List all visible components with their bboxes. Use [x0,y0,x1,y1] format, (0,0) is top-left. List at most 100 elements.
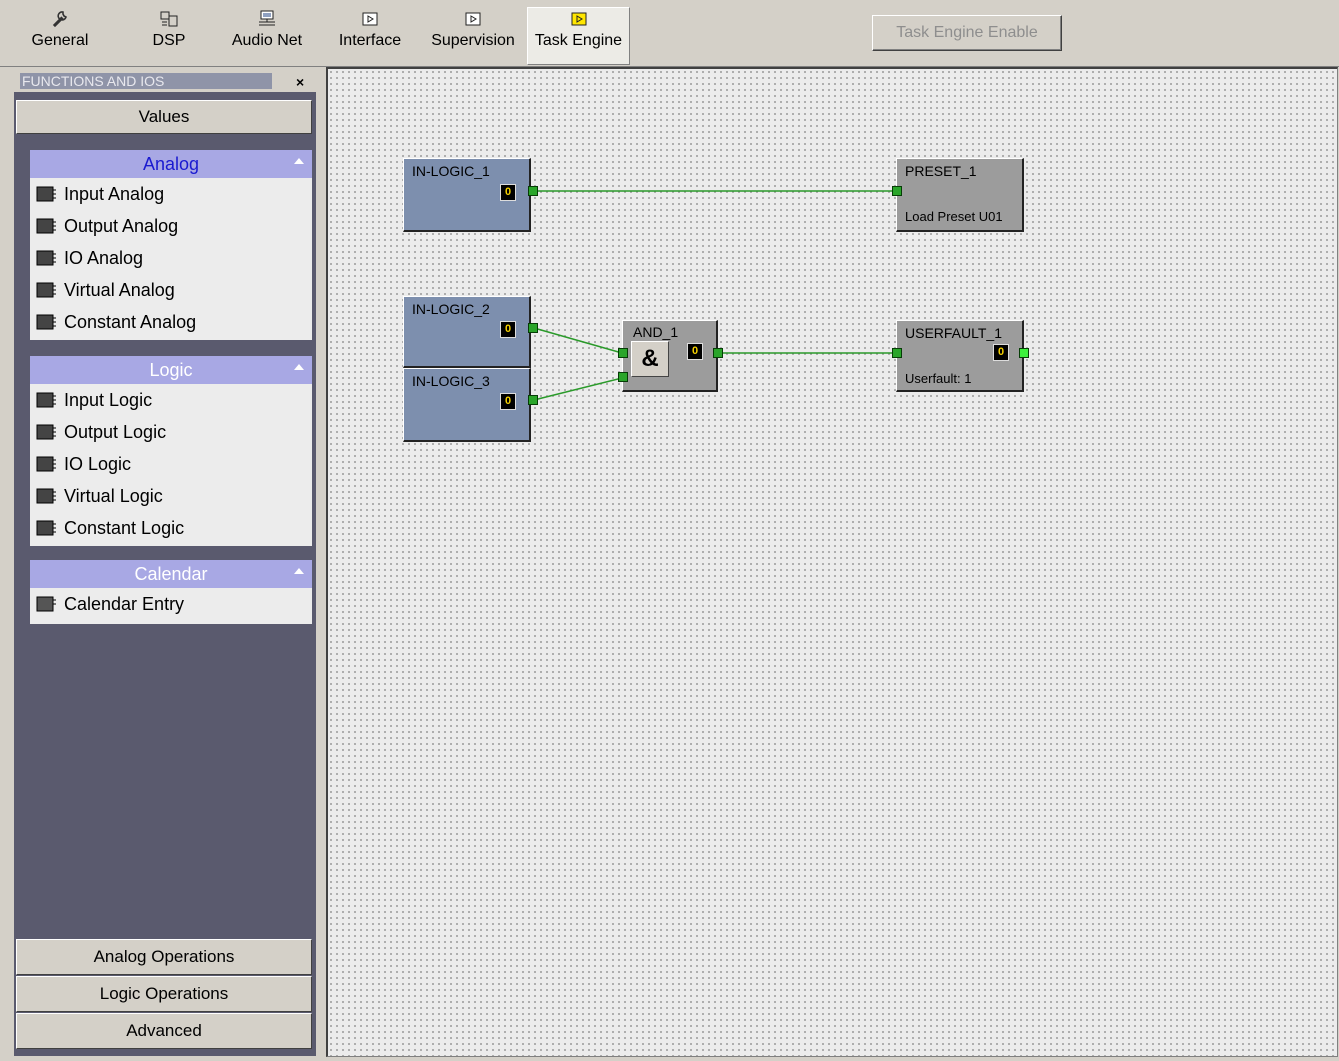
block-icon [36,488,56,504]
item-output-analog[interactable]: Output Analog [30,210,312,242]
network-icon [259,10,275,26]
node-userfault-1[interactable]: USERFAULT_1 0 Userfault: 1 [896,320,1024,392]
item-constant-analog[interactable]: Constant Analog [30,306,312,338]
item-io-analog[interactable]: IO Analog [30,242,312,274]
wire-inlogic2-and1[interactable] [533,327,623,354]
node-value: 0 [500,393,516,410]
item-label: Virtual Analog [64,280,175,300]
block-icon [36,314,56,330]
block-icon [36,186,56,202]
group-calendar-header[interactable]: Calendar [30,560,312,588]
node-in-logic-1[interactable]: IN-LOGIC_1 0 [403,158,531,232]
node-value: 0 [687,343,703,360]
tab-general[interactable]: General [24,8,96,62]
supervision-icon [465,12,481,26]
node-name: USERFAULT_1 [905,325,1002,341]
group-analog-title: Analog [142,154,200,174]
tab-supervision[interactable]: Supervision [424,8,522,62]
item-label: IO Logic [64,454,132,474]
node-name: PRESET_1 [905,163,977,179]
block-icon [36,520,56,536]
node-name: IN-LOGIC_3 [412,373,490,389]
node-value: 0 [993,344,1009,361]
input-pin[interactable] [892,186,902,196]
tab-dsp-label: DSP [152,32,186,49]
group-logic-title: Logic [149,360,193,380]
tab-supervision-label: Supervision [431,32,515,49]
dsp-icon [160,11,178,27]
output-pin[interactable] [713,348,723,358]
calendar-block-icon [36,596,56,612]
panel-title: FUNCTIONS AND IOS [20,73,272,89]
logic-operations-button[interactable]: Logic Operations [16,976,312,1012]
item-virtual-analog[interactable]: Virtual Analog [30,274,312,306]
tab-audio-net[interactable]: Audio Net [224,8,310,62]
input-pin[interactable] [618,348,628,358]
group-calendar: Calendar Calendar Entry [30,560,312,624]
group-logic: Logic Input Logic Output Logic IO Logic … [30,356,312,546]
item-input-logic[interactable]: Input Logic [30,384,312,416]
tab-dsp[interactable]: DSP [138,8,200,62]
task-engine-icon [571,12,586,26]
output-pin[interactable] [528,186,538,196]
item-virtual-logic[interactable]: Virtual Logic [30,480,312,512]
block-icon [36,456,56,472]
group-analog-header[interactable]: Analog [30,150,312,178]
collapse-caret-icon[interactable] [294,158,304,164]
tab-general-label: General [31,32,89,49]
block-icon [36,392,56,408]
values-button[interactable]: Values [16,100,312,134]
item-calendar-entry[interactable]: Calendar Entry [30,588,312,620]
output-pin[interactable] [528,323,538,333]
collapse-caret-icon[interactable] [294,568,304,574]
node-subtitle: Load Preset U01 [905,209,1003,224]
item-label: Virtual Logic [64,486,163,506]
functions-panel: FUNCTIONS AND IOS × Values Analog Input … [14,70,316,1056]
node-and-1[interactable]: AND_1 & 0 [622,320,718,392]
close-icon[interactable]: × [296,74,304,90]
item-label: Constant Logic [64,518,185,538]
task-engine-canvas[interactable]: IN-LOGIC_1 0 IN-LOGIC_2 0 IN-LOGIC_3 0 A… [326,67,1338,1057]
item-output-logic[interactable]: Output Logic [30,416,312,448]
item-label: Constant Analog [64,312,197,332]
item-label: IO Analog [64,248,144,268]
node-value: 0 [500,184,516,201]
node-subtitle: Userfault: 1 [905,371,972,386]
node-in-logic-3[interactable]: IN-LOGIC_3 0 [403,368,531,442]
block-icon [36,250,56,266]
tab-audio-net-label: Audio Net [231,32,303,49]
tab-task-engine[interactable]: Task Engine [527,7,630,65]
wrench-icon [52,11,67,28]
output-pin[interactable] [1019,348,1029,358]
group-logic-header[interactable]: Logic [30,356,312,384]
block-icon [36,282,56,298]
block-icon [36,218,56,234]
wire-inlogic3-and1[interactable] [533,377,623,401]
item-constant-logic[interactable]: Constant Logic [30,512,312,544]
output-pin[interactable] [528,395,538,405]
tab-interface-label: Interface [338,32,402,49]
item-label: Input Logic [64,390,153,410]
group-calendar-title: Calendar [134,564,208,584]
input-pin[interactable] [892,348,902,358]
item-input-analog[interactable]: Input Analog [30,178,312,210]
collapse-caret-icon[interactable] [294,364,304,370]
node-name: IN-LOGIC_2 [412,301,490,317]
tab-task-engine-label: Task Engine [534,32,623,49]
node-value: 0 [500,321,516,338]
node-in-logic-2[interactable]: IN-LOGIC_2 0 [403,296,531,368]
main-toolbar: General DSP Audio Net Interface Supervis… [0,0,1339,67]
item-io-logic[interactable]: IO Logic [30,448,312,480]
tab-interface[interactable]: Interface [330,8,410,62]
advanced-button[interactable]: Advanced [16,1013,312,1049]
input-pin[interactable] [618,372,628,382]
item-label: Output Logic [64,422,167,442]
and-gate-symbol: & [631,341,669,377]
analog-operations-button[interactable]: Analog Operations [16,939,312,975]
task-engine-enable-button[interactable]: Task Engine Enable [872,15,1062,51]
item-label: Calendar Entry [64,594,185,614]
item-label: Output Analog [64,216,179,236]
item-label: Input Analog [64,184,165,204]
node-preset-1[interactable]: PRESET_1 Load Preset U01 [896,158,1024,232]
node-name: IN-LOGIC_1 [412,163,490,179]
